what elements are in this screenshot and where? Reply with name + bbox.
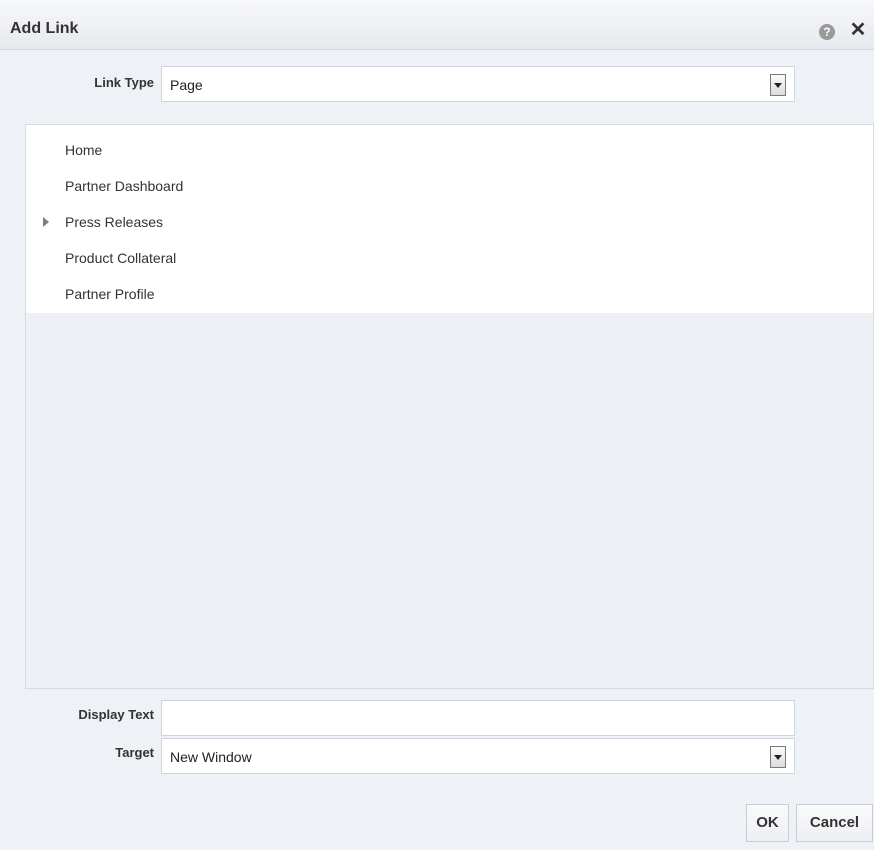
tree-item[interactable]: Partner Profile [65,286,154,302]
link-type-value: Page [170,77,203,93]
chevron-right-icon[interactable] [43,217,49,227]
chevron-down-icon[interactable] [770,74,786,96]
question-circle-icon[interactable]: ? [819,24,835,40]
tree-item[interactable]: Home [65,142,102,158]
display-text-input[interactable] [161,700,795,736]
add-link-dialog: Add Link ? ✕ Link Type Page Home Partner… [0,0,874,850]
tree-item[interactable]: Product Collateral [65,250,176,266]
page-tree: Home Partner Dashboard Press Releases Pr… [25,124,874,689]
target-label: Target [115,745,154,760]
ok-button[interactable]: OK [746,804,789,842]
link-type-select[interactable]: Page [161,66,795,102]
tree-item[interactable]: Partner Dashboard [65,178,183,194]
target-select[interactable]: New Window [161,738,795,774]
cancel-button[interactable]: Cancel [796,804,873,842]
dialog-titlebar: Add Link ? ✕ [0,0,874,50]
chevron-down-icon[interactable] [770,746,786,768]
close-icon[interactable]: ✕ [848,20,868,40]
display-text-label: Display Text [78,707,154,722]
tree-list: Home Partner Dashboard Press Releases Pr… [26,125,873,313]
link-type-label: Link Type [94,75,154,90]
tree-item[interactable]: Press Releases [65,214,163,230]
dialog-title: Add Link [10,20,79,37]
target-value: New Window [170,749,252,765]
